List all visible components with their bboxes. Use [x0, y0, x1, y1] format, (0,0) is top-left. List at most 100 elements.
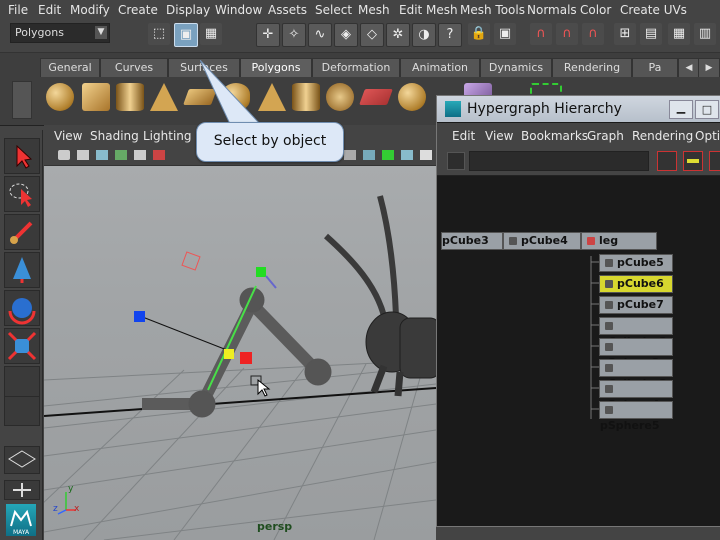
- chevron-down-icon: ▼: [95, 26, 107, 39]
- menu-select[interactable]: Select: [315, 3, 352, 17]
- hg-connection-lines: [590, 256, 599, 419]
- node-pcube5[interactable]: pCube5: [599, 254, 673, 272]
- axis-label-x: x: [74, 504, 80, 514]
- shelf-menu-icon[interactable]: [12, 81, 32, 119]
- extract-icon[interactable]: [359, 89, 393, 105]
- snap-live-icon[interactable]: ✲: [386, 23, 410, 47]
- mesh-node-icon: [605, 280, 613, 288]
- mesh-node-icon: [605, 406, 613, 414]
- render-settings-icon[interactable]: ▥: [694, 23, 716, 45]
- hypergraph-window: Hypergraph Hierarchy ▁ □ Edit View Bookm…: [436, 95, 720, 527]
- paint-tool-icon[interactable]: [4, 214, 40, 250]
- magnet-3-icon[interactable]: ∩: [582, 23, 604, 45]
- mesh-node-icon: [605, 322, 613, 330]
- poly-cone-icon[interactable]: [150, 83, 178, 111]
- node-pcube3[interactable]: pCube3: [441, 232, 503, 250]
- node-psphere4[interactable]: pSphere4: [599, 380, 673, 411]
- menu-edit[interactable]: Edit: [38, 3, 61, 17]
- poly-soccer-icon[interactable]: [326, 83, 354, 111]
- axis-label-z: z: [53, 504, 58, 514]
- poly-cylinder-icon[interactable]: [116, 83, 144, 111]
- scale-tool-icon[interactable]: [4, 328, 40, 364]
- help-icon[interactable]: ?: [438, 23, 462, 47]
- menu-modify[interactable]: Modify: [70, 3, 110, 17]
- snap-plane-icon[interactable]: ◈: [334, 23, 358, 47]
- svg-text:MAYA: MAYA: [13, 529, 30, 536]
- rotate-tool-icon[interactable]: [4, 290, 40, 326]
- mesh-node-icon: [605, 385, 613, 393]
- menu-edit-mesh[interactable]: Edit Mesh: [399, 3, 458, 17]
- callout-pointer: [200, 60, 262, 125]
- mouse-cursor-icon: [250, 375, 271, 397]
- node-psphere5[interactable]: pSphere5: [599, 401, 673, 432]
- mesh-node-icon: [509, 237, 517, 245]
- node-pcylinder2[interactable]: pCylinder2: [599, 317, 673, 348]
- magnet-icon[interactable]: ∩: [530, 23, 552, 45]
- viewport-persp[interactable]: y z x persp: [44, 166, 436, 540]
- axis-label-y: y: [68, 484, 74, 494]
- poly-sphere-icon[interactable]: [46, 83, 74, 111]
- viewport-menu-view[interactable]: View: [54, 129, 82, 143]
- ipr-icon[interactable]: ▦: [668, 23, 690, 45]
- lock-icon[interactable]: 🔒: [468, 23, 490, 45]
- tab-pa[interactable]: Pa: [632, 58, 678, 77]
- magnet-2-icon[interactable]: ∩: [556, 23, 578, 45]
- empty-tool-slot: [4, 396, 40, 426]
- menu-file[interactable]: File: [8, 3, 28, 17]
- poly-cube-icon[interactable]: [82, 83, 110, 111]
- toolbox: MAYA: [0, 130, 43, 540]
- snap-curve-icon[interactable]: ✧: [282, 23, 306, 47]
- snap-surface-icon[interactable]: ◇: [360, 23, 384, 47]
- group-node-icon: [587, 237, 595, 245]
- mode-selector[interactable]: Polygons ▼: [10, 23, 110, 43]
- mesh-node-icon: [605, 343, 613, 351]
- node-psphere3[interactable]: pSphere3: [599, 338, 673, 369]
- viewport-menu-shading[interactable]: Shading: [90, 129, 139, 143]
- mesh-node-icon: [605, 364, 613, 372]
- node-pcube6[interactable]: pCube6: [599, 275, 673, 293]
- poly-pipe-icon[interactable]: [292, 83, 320, 111]
- history-icon[interactable]: ⊞: [614, 23, 636, 45]
- menu-normals[interactable]: Normals: [527, 3, 577, 17]
- make-live-icon[interactable]: ◑: [412, 23, 436, 47]
- tooltip-callout: Select by object: [196, 122, 344, 162]
- menu-assets[interactable]: Assets: [268, 3, 307, 17]
- select-by-component-icon[interactable]: ▦: [200, 23, 222, 45]
- tooltip-text: Select by object: [213, 133, 327, 149]
- render-icon[interactable]: ▤: [640, 23, 662, 45]
- chevron-left-icon[interactable]: ◀: [678, 58, 700, 77]
- menu-mesh-tools[interactable]: Mesh Tools: [460, 3, 525, 17]
- menu-display[interactable]: Display: [166, 3, 210, 17]
- tab-deformation[interactable]: Deformation: [312, 58, 400, 77]
- lasso-tool-icon[interactable]: [4, 176, 40, 212]
- select-by-hierarchy-icon[interactable]: ⬚: [148, 23, 170, 45]
- viewport-menu-lighting[interactable]: Lighting: [143, 129, 192, 143]
- camera-label: persp: [257, 520, 293, 533]
- chevron-right-icon[interactable]: ▶: [698, 58, 720, 77]
- tab-rendering[interactable]: Rendering: [552, 58, 632, 77]
- menu-window[interactable]: Window: [215, 3, 262, 17]
- mesh-node-icon: [605, 259, 613, 267]
- move-tool-icon[interactable]: [4, 252, 40, 288]
- menu-create[interactable]: Create: [118, 3, 158, 17]
- main-menubar: File Edit Modify Create Display Window A…: [0, 0, 720, 21]
- menu-create-uvs[interactable]: Create UVs: [620, 3, 687, 17]
- snap-grid-icon[interactable]: ✛: [256, 23, 280, 47]
- tab-animation[interactable]: Animation: [400, 58, 480, 77]
- smooth-icon[interactable]: [398, 83, 426, 111]
- node-pcube7[interactable]: pCube7: [599, 296, 673, 314]
- node-leg[interactable]: leg: [581, 232, 657, 250]
- highlight-icon[interactable]: ▣: [494, 23, 516, 45]
- menu-color[interactable]: Color: [580, 3, 611, 17]
- node-pcube4[interactable]: pCube4: [503, 232, 581, 250]
- menu-mesh[interactable]: Mesh: [358, 3, 390, 17]
- layout-four-icon[interactable]: [4, 480, 40, 500]
- node-pcylinder3[interactable]: pCylinder3: [599, 359, 673, 390]
- tab-general[interactable]: General: [40, 58, 100, 77]
- tab-dynamics[interactable]: Dynamics: [480, 58, 552, 77]
- select-tool-icon[interactable]: [4, 138, 40, 174]
- tab-curves[interactable]: Curves: [100, 58, 168, 77]
- layout-single-icon[interactable]: [4, 446, 40, 474]
- select-by-object-button[interactable]: ▣: [174, 23, 198, 47]
- snap-point-icon[interactable]: ∿: [308, 23, 332, 47]
